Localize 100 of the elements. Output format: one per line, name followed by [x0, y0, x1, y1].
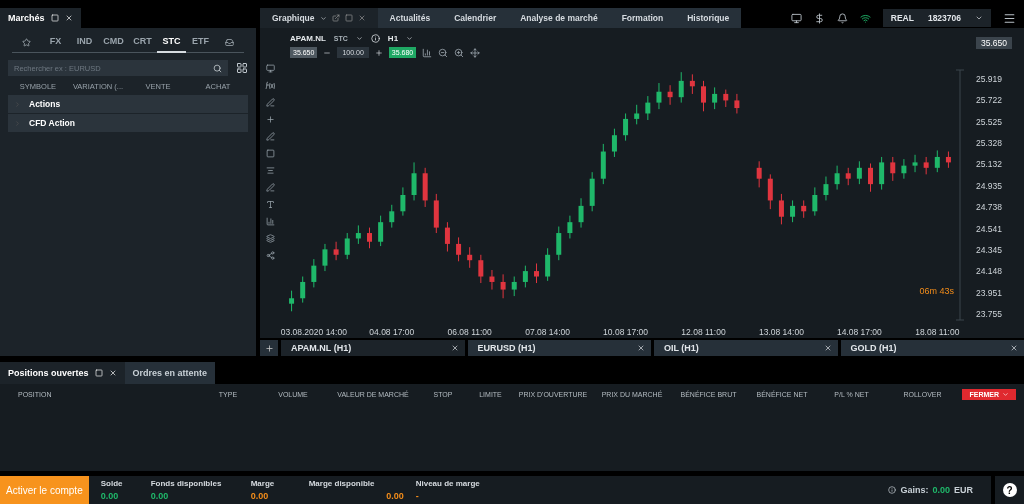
zoom-in-icon[interactable]: [454, 47, 465, 58]
symbol-name[interactable]: APAM.NL: [290, 33, 326, 43]
wifi-icon: [859, 12, 871, 24]
candle: [667, 84, 673, 106]
stat-label: Fonds disponibles: [150, 479, 223, 489]
text-icon[interactable]: [265, 200, 275, 209]
caret-icon: [319, 14, 327, 22]
candle: [645, 95, 651, 121]
monitor-icon[interactable]: [790, 12, 802, 24]
bars-icon[interactable]: [422, 47, 433, 58]
price-label: 24.345: [976, 244, 1002, 255]
bell-icon[interactable]: [836, 12, 848, 24]
bars-icon[interactable]: [265, 217, 275, 226]
monitor-icon[interactable]: [265, 64, 275, 73]
gains-label: Gains:: [900, 485, 929, 496]
market-tab[interactable]: CMD: [99, 31, 128, 53]
lines-icon[interactable]: [265, 166, 275, 175]
star-icon[interactable]: [22, 37, 31, 47]
candle: [901, 158, 907, 180]
timeframe-selector[interactable]: H1: [387, 33, 399, 43]
market-tab[interactable]: FX: [41, 31, 70, 53]
price-label: 24.541: [976, 223, 1002, 234]
candle: [500, 273, 506, 299]
chart-tab[interactable]: EURUSD (H1): [467, 340, 651, 356]
market-tab[interactable]: IND: [70, 31, 99, 53]
chart-tab[interactable]: APAM.NL (H1): [281, 340, 465, 356]
zoom-out-icon[interactable]: [438, 47, 449, 58]
candle: [378, 215, 384, 247]
chart-tab[interactable]: OIL (H1): [654, 340, 838, 356]
price-tag: 35.650: [976, 37, 1012, 49]
search-icon[interactable]: [213, 63, 222, 73]
panel-tab[interactable]: Ordres en attente: [124, 362, 216, 384]
share-icon[interactable]: [265, 251, 275, 260]
menu-icon[interactable]: [1003, 11, 1016, 25]
plus-icon[interactable]: [374, 48, 383, 57]
pencil-icon[interactable]: [265, 98, 275, 107]
close-icon[interactable]: [450, 344, 459, 352]
grid-icon[interactable]: [236, 62, 248, 74]
stat-value: 0.00: [250, 491, 269, 502]
stat-value: 0.00: [100, 491, 119, 502]
currency-label: EUR: [954, 485, 973, 496]
candle: [934, 149, 940, 173]
function-icon[interactable]: [265, 81, 275, 90]
info-icon: [888, 486, 897, 495]
panel-tab[interactable]: Positions ouvertes: [0, 362, 125, 384]
market-tab[interactable]: STC: [157, 31, 186, 53]
close-icon[interactable]: [357, 14, 366, 22]
candle: [511, 276, 517, 297]
inbox-icon[interactable]: [225, 37, 234, 47]
close-icon[interactable]: [823, 344, 832, 352]
rectangle-icon[interactable]: [265, 149, 275, 158]
candle: [823, 176, 829, 201]
market-tab[interactable]: ETF: [186, 31, 215, 53]
time-label: 18.08 11:00: [915, 327, 960, 337]
group-row[interactable]: Actions: [8, 95, 248, 113]
time-label: 12.08 11:00: [681, 327, 726, 337]
move-icon[interactable]: [470, 47, 481, 58]
market-tab[interactable]: CRT: [128, 31, 157, 53]
close-icon[interactable]: [64, 14, 73, 22]
crosshair-icon[interactable]: [265, 115, 275, 124]
top-tab[interactable]: Historique: [675, 8, 742, 28]
close-icon[interactable]: [1010, 344, 1018, 352]
top-tab[interactable]: Actualités: [377, 8, 443, 28]
caret-icon[interactable]: [406, 34, 414, 42]
pen-icon[interactable]: [265, 183, 275, 192]
candle: [678, 71, 684, 104]
top-tab[interactable]: Formation: [609, 8, 676, 28]
caret-icon[interactable]: [355, 34, 363, 42]
account-selector[interactable]: REAL 1823706: [882, 9, 991, 27]
price-label: 25.722: [976, 95, 1002, 106]
candle: [400, 186, 406, 217]
chart-tab[interactable]: GOLD (H1): [840, 340, 1024, 356]
maximize-icon[interactable]: [344, 14, 353, 22]
candle: [556, 226, 562, 261]
stat-value: 0.00: [150, 491, 169, 502]
help-button[interactable]: ?: [1002, 483, 1017, 498]
candle: [355, 224, 361, 245]
popout-icon[interactable]: [331, 14, 340, 22]
panel-tab[interactable]: Marchés: [0, 8, 81, 28]
top-tab[interactable]: Calendrier: [442, 8, 509, 28]
info-icon[interactable]: [370, 33, 380, 43]
stat-label: Marge: [250, 479, 276, 489]
close-icon[interactable]: [637, 344, 645, 352]
candle: [567, 215, 573, 239]
candle: [879, 156, 885, 191]
candle: [912, 154, 918, 173]
top-tab[interactable]: Analyse de marché: [508, 8, 610, 28]
stat-value: -: [415, 491, 419, 502]
time-label: 10.08 17:00: [603, 327, 648, 337]
group-row[interactable]: CFD Action: [8, 114, 248, 132]
price-label: 24.738: [976, 202, 1002, 213]
time-label: 03.08.2020 14:00: [280, 327, 347, 337]
dollar-icon[interactable]: [813, 12, 825, 24]
candle: [834, 165, 840, 191]
add-tab-icon[interactable]: [264, 343, 274, 353]
layers-icon[interactable]: [265, 234, 275, 243]
candle: [623, 113, 629, 142]
time-label: 14.08 17:00: [836, 327, 882, 337]
close-icon[interactable]: [108, 369, 117, 377]
top-tab[interactable]: Graphique: [260, 8, 378, 28]
